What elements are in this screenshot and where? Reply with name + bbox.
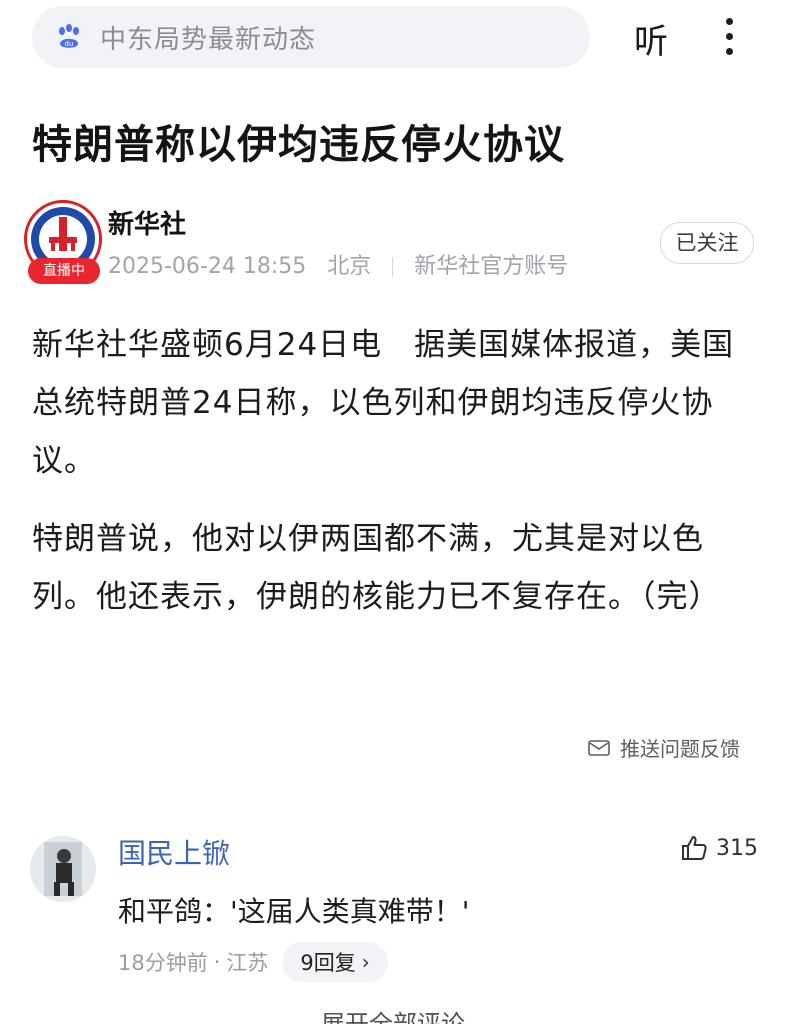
author-name[interactable]: 新华社 <box>108 204 186 241</box>
feedback-label: 推送问题反馈 <box>620 737 740 761</box>
publish-location: 北京 <box>327 254 372 279</box>
comment-time: 18分钟前 <box>118 951 208 975</box>
meta-divider <box>392 257 394 277</box>
listen-button[interactable]: 听 <box>634 14 668 63</box>
article-title: 特朗普称以伊均违反停火协议 <box>32 122 565 168</box>
mail-icon <box>588 739 610 756</box>
search-placeholder: 中东局势最新动态 <box>100 24 317 55</box>
like-count: 315 <box>716 835 758 861</box>
comment-item: 国民上锨 315 和平鸽：'这届人类真难带！' 18分钟前 · 江苏 9回复 › <box>30 832 758 992</box>
author-row: 直播中 新华社 2025-06-24 18:55 北京 新华社官方账号 已关注 <box>24 200 764 290</box>
search-bar[interactable]: du 中东局势最新动态 <box>32 6 590 68</box>
feedback-link[interactable]: 推送问题反馈 <box>588 733 740 762</box>
baidu-paw-icon: du <box>59 24 79 48</box>
publish-time: 2025-06-24 18:55 <box>108 254 307 279</box>
replies-label: 9回复 <box>300 951 356 975</box>
thumbs-up-icon <box>682 836 707 860</box>
comment-meta: 18分钟前 · 江苏 9回复 › <box>118 942 388 982</box>
article-paragraph: 特朗普说，他对以伊两国都不满，尤其是对以色列。他还表示，伊朗的核能力已不复存在。… <box>32 521 721 615</box>
replies-button[interactable]: 9回复 › <box>282 942 388 982</box>
author-meta: 2025-06-24 18:55 北京 新华社官方账号 <box>108 248 568 280</box>
follow-button[interactable]: 已关注 <box>660 222 754 264</box>
commenter-avatar[interactable] <box>30 836 96 902</box>
article-body: 新华社华盛顿6月24日电 据美国媒体报道，美国总统特朗普24日称，以色列和伊朗均… <box>32 316 756 646</box>
notification-dot-icon <box>716 14 744 60</box>
top-bar: du 中东局势最新动态 听 <box>0 0 786 88</box>
account-type: 新华社官方账号 <box>414 254 569 279</box>
expand-comments-button[interactable]: 展开全部评论 <box>0 1004 786 1024</box>
article-page: du 中东局势最新动态 听 特朗普称以伊均违反停火协议 直播中 新华社 2025… <box>0 0 786 1024</box>
like-button[interactable]: 315 <box>680 834 758 862</box>
svg-text:du: du <box>65 40 74 48</box>
chevron-right-icon: › <box>361 950 370 974</box>
commenter-name[interactable]: 国民上锨 <box>118 832 230 872</box>
comment-text: 和平鸽：'这届人类真难带！' <box>118 895 470 928</box>
article-paragraph: 新华社华盛顿6月24日电 据美国媒体报道，美国总统特朗普24日称，以色列和伊朗均… <box>32 327 735 479</box>
comment-region: 江苏 <box>226 951 269 975</box>
live-badge: 直播中 <box>28 258 100 284</box>
avatar-photo <box>30 836 96 902</box>
